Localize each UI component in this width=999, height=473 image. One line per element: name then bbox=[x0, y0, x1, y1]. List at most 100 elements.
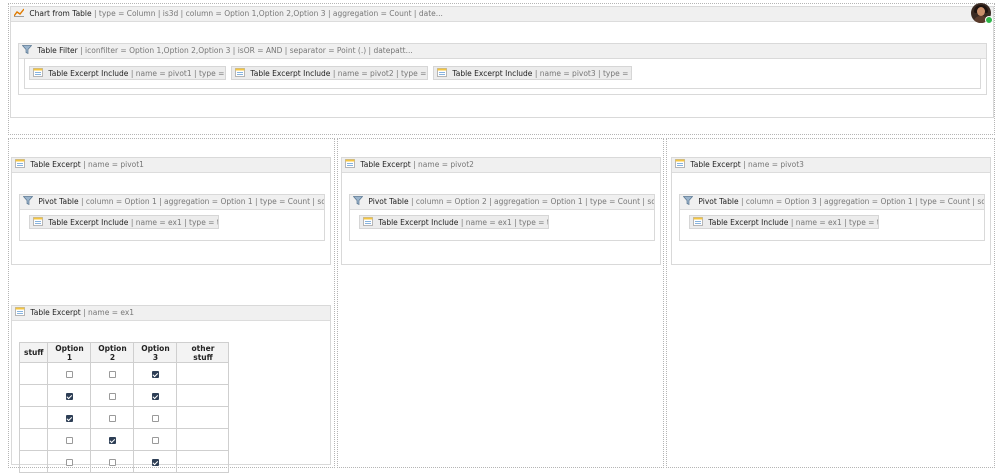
excerpt-icon bbox=[675, 159, 685, 168]
include-name: Table Excerpt Include bbox=[378, 218, 459, 227]
option-checkbox[interactable] bbox=[108, 392, 116, 400]
table-filter-header[interactable]: Table Filter | iconfilter = Option 1,Opt… bbox=[19, 44, 986, 59]
option-cell bbox=[90, 384, 135, 407]
table-header-row: stuff Option 1 Option 2 Option 3 other s… bbox=[18, 342, 230, 363]
table-excerpt-pivot1[interactable]: Table Excerpt | name = pivot1 Pivot Tabl… bbox=[11, 157, 331, 265]
chart-macro-params: | type = Column | is3d | column = Option… bbox=[94, 9, 443, 18]
pivot-params: | column = Option 3 | aggregation = Opti… bbox=[740, 197, 984, 206]
excerpt-icon bbox=[15, 307, 25, 316]
option-cell bbox=[47, 384, 92, 407]
include-name: Table Excerpt Include bbox=[48, 69, 129, 78]
col-header: stuff bbox=[18, 342, 49, 363]
option-checkbox[interactable] bbox=[151, 414, 159, 422]
chart-from-table-header[interactable]: Chart from Table | type = Column | is3d … bbox=[11, 7, 993, 22]
stuff-cell bbox=[18, 362, 49, 385]
table-excerpt-pivot3[interactable]: Table Excerpt | name = pivot3 Pivot Tabl… bbox=[671, 157, 991, 265]
excerpt-params: | name = ex1 bbox=[83, 308, 135, 317]
include-name: Table Excerpt Include bbox=[452, 69, 533, 78]
excerpt-params: | name = pivot1 bbox=[83, 160, 144, 169]
pivot-header[interactable]: Pivot Table | column = Option 3 | aggreg… bbox=[680, 195, 984, 210]
excerpt-header[interactable]: Table Excerpt | name = ex1 bbox=[12, 306, 330, 321]
option-checkbox[interactable] bbox=[65, 436, 73, 444]
other-stuff-cell bbox=[176, 406, 230, 429]
include-params: | name = ex1 | type = this bbox=[130, 218, 218, 227]
option-cell bbox=[47, 362, 92, 385]
online-status-icon bbox=[985, 16, 993, 24]
excerpt-name: Table Excerpt bbox=[30, 160, 81, 169]
option-cell bbox=[133, 362, 178, 385]
table-row bbox=[18, 384, 230, 407]
option-checkbox[interactable] bbox=[151, 436, 159, 444]
option-checkbox[interactable] bbox=[108, 414, 116, 422]
col-header: Option 1 bbox=[47, 342, 92, 363]
pivot-icon bbox=[353, 196, 363, 205]
pivot-include-chip[interactable]: Table Excerpt Include | name = ex1 | typ… bbox=[29, 215, 219, 229]
pivot-table-macro[interactable]: Pivot Table | column = Option 3 | aggreg… bbox=[679, 194, 985, 241]
excerpt-params: | name = pivot3 bbox=[743, 160, 804, 169]
chart-macro-name: Chart from Table bbox=[29, 9, 92, 18]
option-cell bbox=[47, 450, 92, 473]
option-checkbox[interactable] bbox=[65, 370, 73, 378]
pivot-params: | column = Option 2 | aggregation = Opti… bbox=[410, 197, 654, 206]
include-name: Table Excerpt Include bbox=[708, 218, 789, 227]
include-chip-pivot3[interactable]: Table Excerpt Include | name = pivot3 | … bbox=[433, 66, 632, 80]
option-cell bbox=[133, 384, 178, 407]
table-filter-macro[interactable]: Table Filter | iconfilter = Option 1,Opt… bbox=[18, 43, 987, 95]
avatar-face bbox=[977, 7, 985, 16]
pivot-header[interactable]: Pivot Table | column = Option 1 | aggreg… bbox=[20, 195, 324, 210]
include-chip-pivot1[interactable]: Table Excerpt Include | name = pivot1 | … bbox=[29, 66, 226, 80]
include-chip-pivot2[interactable]: Table Excerpt Include | name = pivot2 | … bbox=[231, 66, 428, 80]
excerpt-params: | name = pivot2 bbox=[413, 160, 474, 169]
excerpt-header[interactable]: Table Excerpt | name = pivot3 bbox=[672, 158, 990, 173]
excerpt-include-icon bbox=[235, 68, 245, 77]
excerpt-include-icon bbox=[33, 68, 43, 77]
include-name: Table Excerpt Include bbox=[250, 69, 331, 78]
option-cell bbox=[90, 428, 135, 451]
option-cell bbox=[133, 406, 178, 429]
pivot-header[interactable]: Pivot Table | column = Option 2 | aggreg… bbox=[350, 195, 654, 210]
option-cell bbox=[90, 450, 135, 473]
data-table: stuff Option 1 Option 2 Option 3 other s… bbox=[18, 342, 230, 473]
col-header: Option 2 bbox=[90, 342, 135, 363]
table-excerpt-pivot2[interactable]: Table Excerpt | name = pivot2 Pivot Tabl… bbox=[341, 157, 661, 265]
excerpt-icon bbox=[15, 159, 25, 168]
pivot-table-macro[interactable]: Pivot Table | column = Option 2 | aggreg… bbox=[349, 194, 655, 241]
include-params: | name = ex1 | type = this bbox=[790, 218, 878, 227]
pivot-table-macro[interactable]: Pivot Table | column = Option 1 | aggreg… bbox=[19, 194, 325, 241]
pivot-include-chip[interactable]: Table Excerpt Include | name = ex1 | typ… bbox=[359, 215, 549, 229]
option-checkbox[interactable] bbox=[108, 436, 116, 444]
option-checkbox[interactable] bbox=[108, 370, 116, 378]
excerpt-icon bbox=[345, 159, 355, 168]
include-params: | name = ex1 | type = this bbox=[460, 218, 548, 227]
other-stuff-cell bbox=[176, 362, 230, 385]
option-cell bbox=[133, 450, 178, 473]
excerpt-name: Table Excerpt bbox=[30, 308, 81, 317]
option-cell bbox=[90, 362, 135, 385]
chart-icon bbox=[14, 8, 24, 17]
pivot-params: | column = Option 1 | aggregation = Opti… bbox=[80, 197, 324, 206]
option-checkbox[interactable] bbox=[65, 458, 73, 466]
option-checkbox[interactable] bbox=[108, 458, 116, 466]
pivot-include-chip[interactable]: Table Excerpt Include | name = ex1 | typ… bbox=[689, 215, 879, 229]
option-checkbox[interactable] bbox=[65, 392, 73, 400]
option-cell bbox=[90, 406, 135, 429]
other-stuff-cell bbox=[176, 384, 230, 407]
other-stuff-cell bbox=[176, 428, 230, 451]
table-row bbox=[18, 362, 230, 385]
excerpt-include-icon bbox=[363, 217, 373, 226]
option-checkbox[interactable] bbox=[151, 392, 159, 400]
excerpt-header[interactable]: Table Excerpt | name = pivot1 bbox=[12, 158, 330, 173]
excerpt-header[interactable]: Table Excerpt | name = pivot2 bbox=[342, 158, 660, 173]
stuff-cell bbox=[18, 450, 49, 473]
excerpt-name: Table Excerpt bbox=[360, 160, 411, 169]
option-checkbox[interactable] bbox=[65, 414, 73, 422]
chart-from-table-macro[interactable]: Chart from Table | type = Column | is3d … bbox=[10, 6, 994, 118]
table-row bbox=[18, 428, 230, 451]
filter-macro-name: Table Filter bbox=[37, 46, 78, 55]
option-checkbox[interactable] bbox=[151, 458, 159, 466]
include-params: | name = pivot2 | type = this bbox=[332, 69, 427, 78]
stuff-cell bbox=[18, 428, 49, 451]
filter-icon bbox=[22, 45, 32, 54]
option-checkbox[interactable] bbox=[151, 370, 159, 378]
filter-macro-params: | iconfilter = Option 1,Option 2,Option … bbox=[80, 46, 413, 55]
